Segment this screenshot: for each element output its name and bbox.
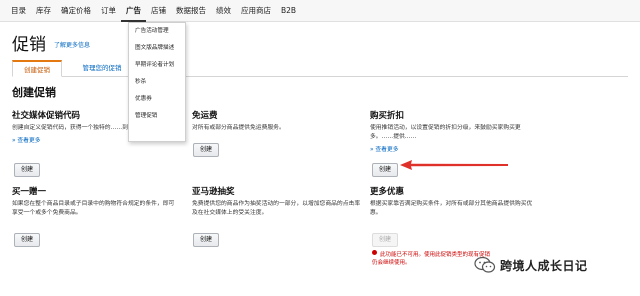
card-percentage-off: 购买折扣 使用推销活动，以设置促销的折扣分级，来鼓励买家购买更多。……提供…… …	[370, 110, 540, 153]
top-nav: 目录 库存 确定价格 订单 广告 店铺 数据报告 绩效 应用商店 B2B	[0, 0, 640, 22]
nav-item-advertising[interactable]: 广告	[121, 0, 146, 22]
learn-more-link[interactable]: 了解更多信息	[54, 40, 90, 49]
card-title: 亚马逊抽奖	[192, 187, 235, 197]
watermark: 跨境人成长日记	[474, 256, 588, 274]
nav-item-catalog[interactable]: 目录	[6, 0, 31, 22]
nav-item-appstore[interactable]: 应用商店	[236, 0, 276, 22]
section-title: 创建促销	[12, 86, 56, 99]
card-title: 免运费	[192, 111, 218, 121]
nav-item-orders[interactable]: 订单	[96, 0, 121, 22]
card-buy-one-get-one: 买一赠一 如果您在整个商品目录或子目录中的购物符合规定的条件，即可享受一个或多个…	[12, 186, 182, 218]
nav-item-stores[interactable]: 店铺	[146, 0, 171, 22]
create-free-shipping-button[interactable]: 创建	[193, 143, 220, 157]
card-description: 使用推销活动，以设置促销的折扣分级，来鼓励买家购买更多。……提供……	[370, 125, 521, 140]
card-description: 对所有或部分商品提供免运费服务。	[192, 125, 285, 131]
create-giveaway-button[interactable]: 创建	[193, 233, 220, 247]
create-bogo-button[interactable]: 创建	[14, 233, 41, 247]
wechat-logo-icon	[474, 256, 496, 273]
nav-item-inventory[interactable]: 库存	[31, 0, 56, 22]
create-social-promo-button[interactable]: 创建	[14, 163, 41, 177]
nav-item-performance[interactable]: 绩效	[211, 0, 236, 22]
page-title: 促销	[12, 35, 46, 55]
create-percentage-off-button[interactable]: 创建	[372, 163, 399, 177]
card-amazon-giveaway: 亚马逊抽奖 免费提供您的商品作为抽奖活动的一部分，以增加您商品的点击率及在社交媒…	[192, 186, 362, 218]
card-description: 免费提供您的商品作为抽奖活动的一部分，以增加您商品的点击率及在社交媒体上的受关注…	[192, 201, 361, 216]
card-title: 更多优惠	[370, 187, 405, 197]
card-more-deals: 更多优惠 根据买家靠否满足购买条件，对所有或部分其他商品提供购买优惠。	[370, 186, 540, 218]
create-more-deals-button[interactable]: 创建	[372, 233, 399, 247]
nav-item-reports[interactable]: 数据报告	[171, 0, 211, 22]
tab-manage-promotions[interactable]: 管理您的促销	[70, 60, 134, 77]
see-more-link[interactable]: » 查看更多	[370, 144, 540, 153]
menu-item-a-plus-content[interactable]: 图文版品牌描述	[129, 40, 185, 57]
nav-item-pricing[interactable]: 确定价格	[56, 0, 96, 22]
watermark-text: 跨境人成长日记	[500, 258, 588, 273]
red-arrow-annotation	[400, 160, 508, 170]
menu-item-early-reviewer[interactable]: 早期评论者计划	[129, 57, 185, 74]
card-title: 买一赠一	[12, 187, 47, 197]
error-icon	[372, 250, 377, 255]
card-description: 根据买家靠否满足购买条件，对所有或部分其他商品提供购买优惠。	[370, 201, 533, 216]
tab-create-promotion[interactable]: 创建促销	[12, 60, 62, 77]
error-text: 此功能已不可用。使用此促销类型的现有促销仍会继续使用。	[372, 252, 491, 266]
card-free-shipping: 免运费 对所有或部分商品提供免运费服务。	[192, 110, 362, 133]
menu-item-manage-promotions[interactable]: 管理促销	[129, 108, 185, 125]
menu-item-campaign-manager[interactable]: 广告活动管理	[129, 23, 185, 40]
card-description: 如果您在整个商品目录或子目录中的购物符合规定的条件，即可享受一个或多个免费商品。	[12, 201, 175, 216]
card-title: 购买折扣	[370, 111, 405, 121]
advertising-dropdown-menu: 广告活动管理 图文版品牌描述 早期评论者计划 秒杀 优惠券 管理促销	[128, 22, 186, 142]
nav-item-b2b[interactable]: B2B	[276, 0, 301, 22]
menu-item-coupons[interactable]: 优惠券	[129, 91, 185, 108]
promotion-tabs: 创建促销 管理您的促销	[12, 60, 628, 77]
menu-item-lightning-deals[interactable]: 秒杀	[129, 74, 185, 91]
